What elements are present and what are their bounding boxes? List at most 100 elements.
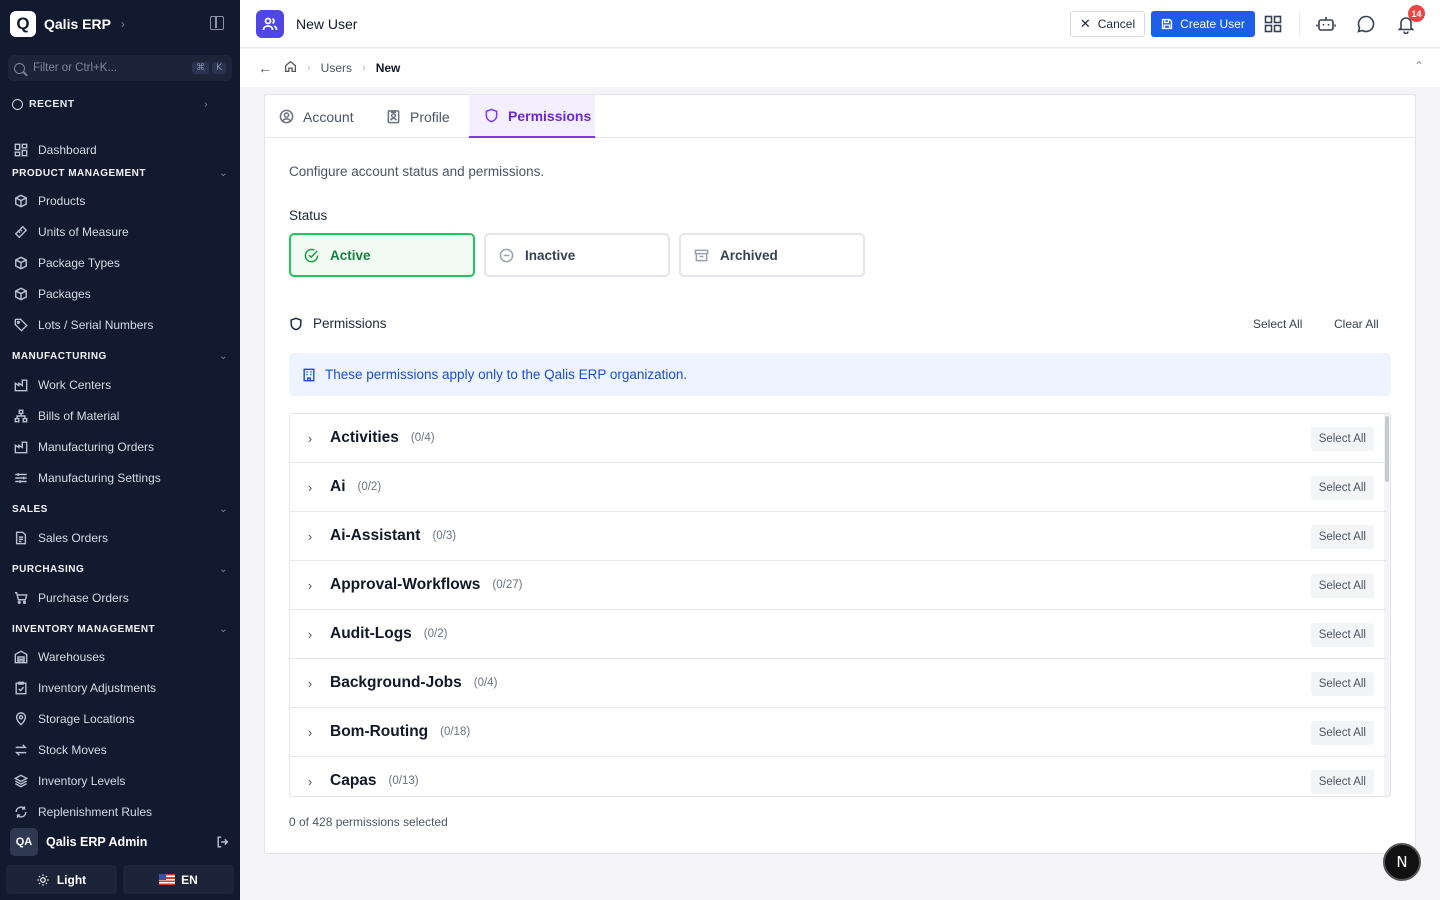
home-icon[interactable] [284, 60, 297, 76]
sidebar-item-lots-serial[interactable]: Lots / Serial Numbers [14, 314, 153, 336]
sidebar-item-package-types[interactable]: Package Types [14, 252, 120, 274]
user-menu[interactable]: QA Qalis ERP Admin [0, 826, 240, 858]
create-user-button[interactable]: Create User [1151, 11, 1255, 37]
sidebar-item-units-of-measure[interactable]: Units of Measure [14, 221, 129, 243]
section-manufacturing[interactable]: MANUFACTURING ⌄ [12, 351, 228, 362]
sidebar-item-inventory-levels[interactable]: Inventory Levels [14, 770, 125, 792]
cart-icon [14, 591, 28, 605]
chevron-right-icon[interactable]: › [290, 676, 330, 691]
tag-icon [14, 318, 28, 332]
chevron-right-icon[interactable]: › [290, 774, 330, 789]
permission-group-row[interactable]: › Capas (0/13) Select All [290, 757, 1386, 796]
chevron-down-icon: ⌄ [219, 168, 228, 179]
theme-toggle-button[interactable]: Light [6, 865, 117, 894]
bot-icon[interactable] [1316, 14, 1336, 34]
sidebar-item-label: Inventory Adjustments [38, 681, 157, 695]
arrow-left-icon[interactable]: ← [258, 60, 272, 76]
row-select-all-button[interactable]: Select All [1310, 672, 1374, 696]
language-button[interactable]: EN [123, 865, 234, 894]
sidebar-item-work-centers[interactable]: Work Centers [14, 374, 111, 396]
row-select-all-button[interactable]: Select All [1310, 623, 1374, 647]
us-flag-icon [159, 874, 176, 885]
tab-permissions[interactable]: Permissions [469, 95, 595, 138]
clock-icon [12, 98, 23, 110]
clear-all-button[interactable]: Clear All [1334, 317, 1379, 331]
sidebar-item-storage-locations[interactable]: Storage Locations [14, 708, 135, 730]
hierarchy-icon [14, 409, 28, 423]
row-select-all-button[interactable]: Select All [1310, 574, 1374, 598]
row-select-all-button[interactable]: Select All [1310, 525, 1374, 549]
chevron-right-icon: › [120, 17, 125, 31]
sidebar-item-inventory-adjustments[interactable]: Inventory Adjustments [14, 677, 156, 699]
permission-group-row[interactable]: › Activities (0/4) Select All [290, 414, 1386, 463]
chevron-right-icon[interactable]: › [290, 578, 330, 593]
status-option-label: Active [330, 247, 371, 263]
row-select-all-button[interactable]: Select All [1310, 721, 1374, 745]
chevron-right-icon[interactable]: › [290, 725, 330, 740]
tab-label: Profile [410, 108, 450, 125]
section-purchasing[interactable]: PURCHASING ⌄ [12, 564, 228, 575]
row-select-all-button[interactable]: Select All [1310, 770, 1374, 794]
permission-group-row[interactable]: › Approval-Workflows (0/27) Select All [290, 561, 1386, 610]
status-active-option[interactable]: Active [289, 233, 475, 277]
sidebar-item-dashboard[interactable]: Dashboard [14, 139, 97, 161]
chevron-right-icon[interactable]: › [290, 529, 330, 544]
user-circle-icon [279, 109, 294, 124]
row-select-all-button[interactable]: Select All [1310, 476, 1374, 500]
user-name: Qalis ERP Admin [46, 835, 148, 849]
permission-group-name: Capas [330, 772, 377, 789]
sidebar-collapse-icon[interactable] [210, 16, 224, 30]
permission-group-row[interactable]: › Audit-Logs (0/2) Select All [290, 610, 1386, 659]
factory-icon [14, 440, 28, 454]
chevron-right-icon[interactable]: › [290, 431, 330, 446]
status-inactive-option[interactable]: Inactive [484, 233, 670, 277]
sidebar-recent[interactable]: RECENT › [12, 98, 208, 110]
cancel-button[interactable]: ✕ Cancel [1070, 11, 1145, 37]
sidebar-search-input[interactable] [33, 62, 190, 74]
logout-icon[interactable] [216, 835, 230, 849]
brand-logo: Q [10, 11, 36, 37]
permission-group-count: (0/4) [473, 677, 498, 689]
chat-icon[interactable] [1356, 14, 1376, 34]
check-circle-icon [304, 248, 319, 262]
sidebar-item-stock-moves[interactable]: Stock Moves [14, 739, 107, 761]
section-inventory-management[interactable]: INVENTORY MANAGEMENT ⌄ [12, 624, 228, 635]
section-sales[interactable]: SALES ⌄ [12, 504, 228, 515]
permission-group-row[interactable]: › Background-Jobs (0/4) Select All [290, 659, 1386, 708]
kbd-cmd: ⌘ [192, 62, 210, 74]
permission-group-row[interactable]: › Ai (0/2) Select All [290, 463, 1386, 512]
tab-bar: Account Profile Permissions [265, 95, 1415, 138]
tab-profile[interactable]: Profile [386, 95, 466, 138]
chevron-right-icon[interactable]: › [290, 627, 330, 642]
tab-account[interactable]: Account [279, 95, 369, 138]
chevron-right-icon[interactable]: › [290, 480, 330, 495]
permissions-info-banner: These permissions apply only to the Qali… [289, 353, 1391, 396]
select-all-button[interactable]: Select All [1253, 317, 1302, 331]
section-product-management[interactable]: PRODUCT MANAGEMENT ⌄ [12, 168, 228, 179]
sidebar-item-manufacturing-orders[interactable]: Manufacturing Orders [14, 436, 154, 458]
assistant-fab-button[interactable]: N [1383, 843, 1421, 881]
breadcrumb-users[interactable]: Users [321, 61, 352, 75]
sidebar-item-products[interactable]: Products [14, 190, 85, 212]
permission-group-count: (0/27) [492, 579, 523, 591]
row-select-all-button[interactable]: Select All [1310, 427, 1374, 451]
sidebar-item-label: Lots / Serial Numbers [38, 318, 154, 332]
brand[interactable]: Q Qalis ERP › [10, 10, 125, 38]
sidebar-item-packages[interactable]: Packages [14, 283, 91, 305]
sidebar-item-bills-of-material[interactable]: Bills of Material [14, 405, 119, 427]
sidebar-item-replenishment-rules[interactable]: Replenishment Rules [14, 801, 152, 823]
sidebar-item-label: Warehouses [38, 650, 105, 664]
chevron-up-icon[interactable]: ⌃ [1414, 59, 1424, 73]
chevron-right-icon: › [362, 62, 366, 74]
sidebar-item-purchase-orders[interactable]: Purchase Orders [14, 587, 129, 609]
user-form-card: Account Profile Permissions Configure ac… [264, 94, 1416, 854]
shield-icon [485, 108, 498, 123]
sidebar-item-sales-orders[interactable]: Sales Orders [14, 527, 108, 549]
sidebar-item-warehouses[interactable]: Warehouses [14, 646, 105, 668]
permission-group-row[interactable]: › Bom-Routing (0/18) Select All [290, 708, 1386, 757]
sidebar-item-manufacturing-settings[interactable]: Manufacturing Settings [14, 467, 161, 489]
permission-group-row[interactable]: › Ai-Assistant (0/3) Select All [290, 512, 1386, 561]
apps-grid-icon[interactable] [1263, 14, 1283, 34]
status-archived-option[interactable]: Archived [679, 233, 865, 277]
sidebar-item-label: Inventory Levels [38, 774, 126, 788]
